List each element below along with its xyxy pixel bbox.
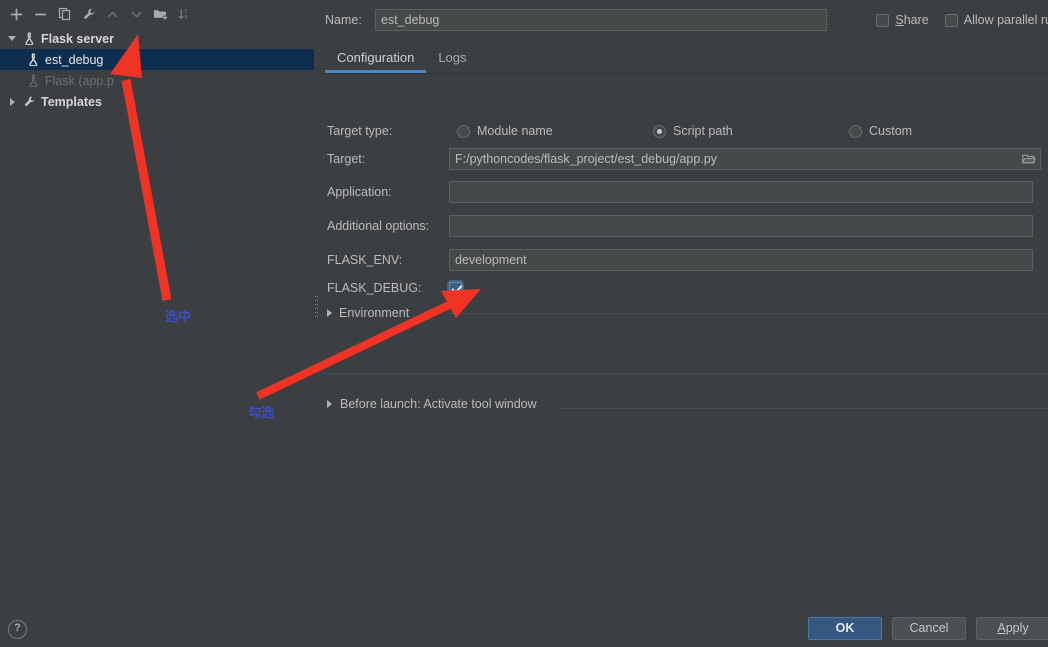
configurations-tree[interactable]: Flask server est_debug Flask (app.p Temp…	[0, 28, 317, 607]
before-launch-label: Before launch: Activate tool window	[340, 397, 537, 411]
allow-parallel-run-label: Allow parallel ru	[963, 13, 1048, 27]
before-launch-section[interactable]: Before launch: Activate tool window	[327, 397, 537, 411]
configurations-left-panel: 1 9 Flask server est_debug Flask (app.p …	[0, 0, 322, 607]
dialog-footer: ? OK Cancel Apply	[0, 606, 1048, 647]
radio-label: Custom	[869, 124, 913, 138]
move-up-icon	[102, 4, 123, 25]
environment-separator	[449, 313, 1048, 314]
help-button[interactable]: ?	[8, 620, 27, 639]
cancel-button[interactable]: Cancel	[892, 617, 966, 640]
splitter-grip	[315, 296, 318, 320]
expand-collapse-toggle[interactable]	[4, 97, 20, 106]
application-row: Application:	[327, 181, 1048, 203]
wrench-icon	[20, 95, 38, 108]
tree-item-flask-app[interactable]: Flask (app.p	[0, 70, 316, 91]
target-row: Target:	[327, 148, 1048, 170]
annotation-label-select: 选中	[165, 310, 192, 325]
move-down-icon	[126, 4, 147, 25]
tree-item-label: Templates	[41, 94, 102, 109]
radio-script-path[interactable]: Script path	[653, 124, 733, 138]
before-launch-separator	[559, 408, 1048, 409]
configurations-toolbar: 1 9	[0, 0, 322, 28]
flask-icon	[24, 74, 42, 87]
additional-options-label: Additional options:	[327, 219, 430, 233]
radio-box[interactable]	[457, 124, 470, 138]
folder-browse-icon[interactable]	[1018, 149, 1040, 169]
environment-section[interactable]: Environment	[327, 302, 409, 324]
target-input[interactable]	[449, 148, 1041, 170]
ok-button[interactable]: OK	[808, 617, 882, 640]
edit-templates-icon[interactable]	[78, 4, 99, 25]
target-type-label: Target type:	[327, 124, 393, 138]
share-checkbox[interactable]: Share	[876, 13, 929, 27]
remove-icon[interactable]	[30, 4, 51, 25]
flask-debug-checkbox[interactable]	[449, 281, 462, 295]
checkbox-box[interactable]	[944, 13, 958, 27]
flask-env-input[interactable]	[449, 249, 1033, 271]
flask-icon	[20, 32, 38, 45]
tree-item-est-debug[interactable]: est_debug	[0, 49, 316, 70]
radio-custom[interactable]: Custom	[849, 124, 912, 138]
additional-options-input[interactable]	[449, 215, 1033, 237]
tree-item-flask-server[interactable]: Flask server	[0, 28, 316, 49]
flask-env-label: FLASK_ENV:	[327, 253, 403, 267]
allow-parallel-run-checkbox[interactable]: Allow parallel ru	[944, 13, 1048, 27]
new-folder-icon[interactable]	[150, 4, 171, 25]
svg-text:9: 9	[184, 15, 187, 21]
tree-item-label: Flask server	[41, 31, 114, 46]
configuration-form: Target type: Module name Script path Cus…	[319, 74, 1048, 606]
tree-item-templates[interactable]: Templates	[0, 91, 316, 112]
flask-debug-label: FLASK_DEBUG:	[327, 281, 422, 295]
application-input[interactable]	[449, 181, 1033, 203]
run-debug-configurations-dialog: 1 9 Flask server est_debug Flask (app.p …	[0, 0, 1048, 647]
radio-label: Script path	[673, 124, 733, 138]
tree-item-label: est_debug	[45, 52, 104, 67]
name-label: Name:	[325, 13, 362, 27]
chevron-right-icon[interactable]	[327, 309, 332, 317]
radio-label: Module name	[477, 124, 553, 138]
flask-icon	[24, 53, 42, 66]
share-label: Share	[895, 13, 929, 27]
copy-icon[interactable]	[54, 4, 75, 25]
apply-button[interactable]: Apply	[976, 617, 1048, 640]
flask-env-row: FLASK_ENV:	[327, 249, 1048, 271]
share-options-row: Share Allow parallel ru	[876, 8, 1048, 32]
additional-options-row: Additional options:	[327, 215, 1048, 237]
checkbox-box[interactable]	[876, 13, 890, 27]
radio-box[interactable]	[849, 124, 862, 138]
tab-configuration[interactable]: Configuration	[325, 44, 427, 73]
application-label: Application:	[327, 185, 392, 199]
name-row: Name:	[325, 8, 827, 32]
configuration-editor-panel: Name: Share Allow parallel ru Configurat…	[319, 0, 1048, 606]
radio-box[interactable]	[653, 124, 666, 138]
tab-logs[interactable]: Logs	[426, 44, 478, 71]
target-type-row: Target type: Module name Script path Cus…	[327, 120, 1037, 142]
add-icon[interactable]	[6, 4, 27, 25]
radio-module-name[interactable]: Module name	[457, 124, 553, 138]
sort-icon[interactable]: 1 9	[174, 4, 195, 25]
environment-label: Environment	[339, 306, 410, 320]
tree-item-label: Flask (app.p	[45, 73, 114, 88]
chevron-right-icon[interactable]	[327, 400, 332, 408]
name-input[interactable]	[375, 9, 827, 31]
before-launch-separator-top	[319, 373, 1048, 374]
editor-tabs: Configuration Logs	[325, 44, 479, 73]
target-label: Target:	[327, 152, 366, 166]
annotation-label-check: 勾选	[248, 406, 275, 421]
expand-collapse-toggle[interactable]	[4, 36, 20, 41]
flask-debug-row: FLASK_DEBUG:	[327, 277, 1048, 299]
